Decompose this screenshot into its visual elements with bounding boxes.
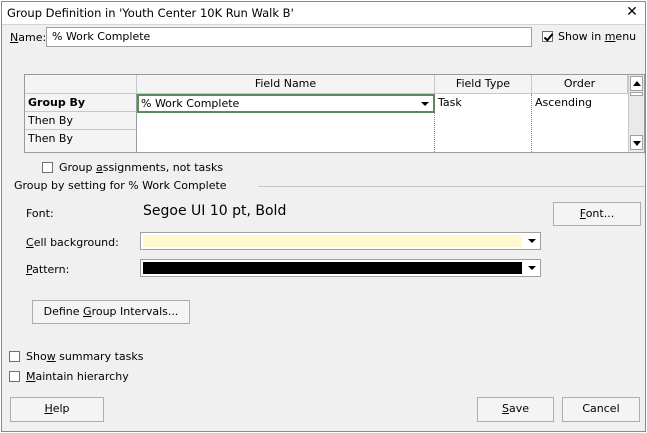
name-input-value: % Work Complete (52, 30, 151, 43)
row-label-then-by-1: Then By (25, 112, 137, 130)
row-label-then-by-2: Then By (25, 130, 137, 152)
grid-scrollbar[interactable] (628, 75, 644, 152)
chevron-down-icon (528, 266, 536, 270)
order-value[interactable]: Ascending (535, 96, 592, 109)
show-summary-tasks-checkbox[interactable] (9, 351, 20, 362)
scroll-up-button[interactable] (630, 76, 643, 91)
field-name-cell-row3[interactable] (138, 131, 434, 148)
close-icon[interactable]: ✕ (625, 4, 639, 20)
font-label: Font: (26, 207, 54, 220)
header-field-type: Field Type (435, 75, 532, 94)
font-button[interactable]: Font... (553, 202, 641, 226)
cancel-button[interactable]: Cancel (562, 397, 640, 422)
help-button[interactable]: Help (10, 397, 104, 422)
maintain-hierarchy-checkbox[interactable] (9, 371, 20, 382)
pattern-swatch (143, 262, 522, 274)
field-name-select[interactable]: % Work Complete (137, 94, 435, 113)
pattern-label: Pattern: (26, 263, 70, 276)
scroll-down-button[interactable] (630, 135, 643, 150)
pattern-dropdown-button[interactable] (524, 261, 539, 275)
save-button[interactable]: Save (477, 397, 554, 422)
chevron-down-icon (633, 141, 641, 146)
cell-background-swatch (143, 235, 522, 247)
cell-background-dropdown-button[interactable] (524, 234, 539, 248)
group-assignments-label: Group assignments, not tasks (59, 161, 224, 174)
cell-background-label: Cell background: (26, 236, 119, 249)
header-field-name: Field Name (137, 75, 435, 94)
field-name-dropdown-button[interactable] (417, 97, 432, 110)
row-label-group-by: Group By (25, 94, 137, 112)
font-value: Segoe UI 10 pt, Bold (143, 203, 287, 219)
scroll-thumb[interactable] (630, 92, 643, 96)
group-setting-legend: Group by setting for % Work Complete (14, 179, 227, 192)
name-label: Name: (10, 31, 47, 44)
show-in-menu-checkbox[interactable] (542, 31, 553, 42)
group-fields-grid: Field Name Field Type Order Group By The… (24, 74, 645, 153)
chevron-up-icon (633, 81, 641, 86)
cell-background-select[interactable] (140, 232, 541, 250)
header-order: Order (532, 75, 628, 94)
maintain-hierarchy-label: Maintain hierarchy (26, 370, 129, 383)
show-in-menu-label: Show in menu (558, 30, 637, 43)
pattern-select[interactable] (140, 259, 541, 277)
legend-line (258, 186, 645, 187)
dialog-title: Group Definition in 'Youth Center 10K Ru… (7, 6, 294, 20)
grid-divider (531, 94, 532, 152)
define-group-intervals-button[interactable]: Define Group Intervals... (32, 300, 190, 324)
chevron-down-icon (421, 102, 429, 106)
show-summary-tasks-label: Show summary tasks (26, 350, 144, 363)
field-name-cell-row2[interactable] (138, 113, 434, 130)
field-name-value: % Work Complete (141, 97, 240, 110)
name-input[interactable]: % Work Complete (46, 27, 532, 47)
grid-corner (25, 75, 137, 94)
title-bar: Group Definition in 'Youth Center 10K Ru… (2, 2, 645, 25)
chevron-down-icon (528, 239, 536, 243)
group-assignments-checkbox[interactable] (42, 162, 53, 173)
field-type-value[interactable]: Task (438, 96, 462, 109)
group-definition-dialog: Group Definition in 'Youth Center 10K Ru… (1, 1, 646, 432)
